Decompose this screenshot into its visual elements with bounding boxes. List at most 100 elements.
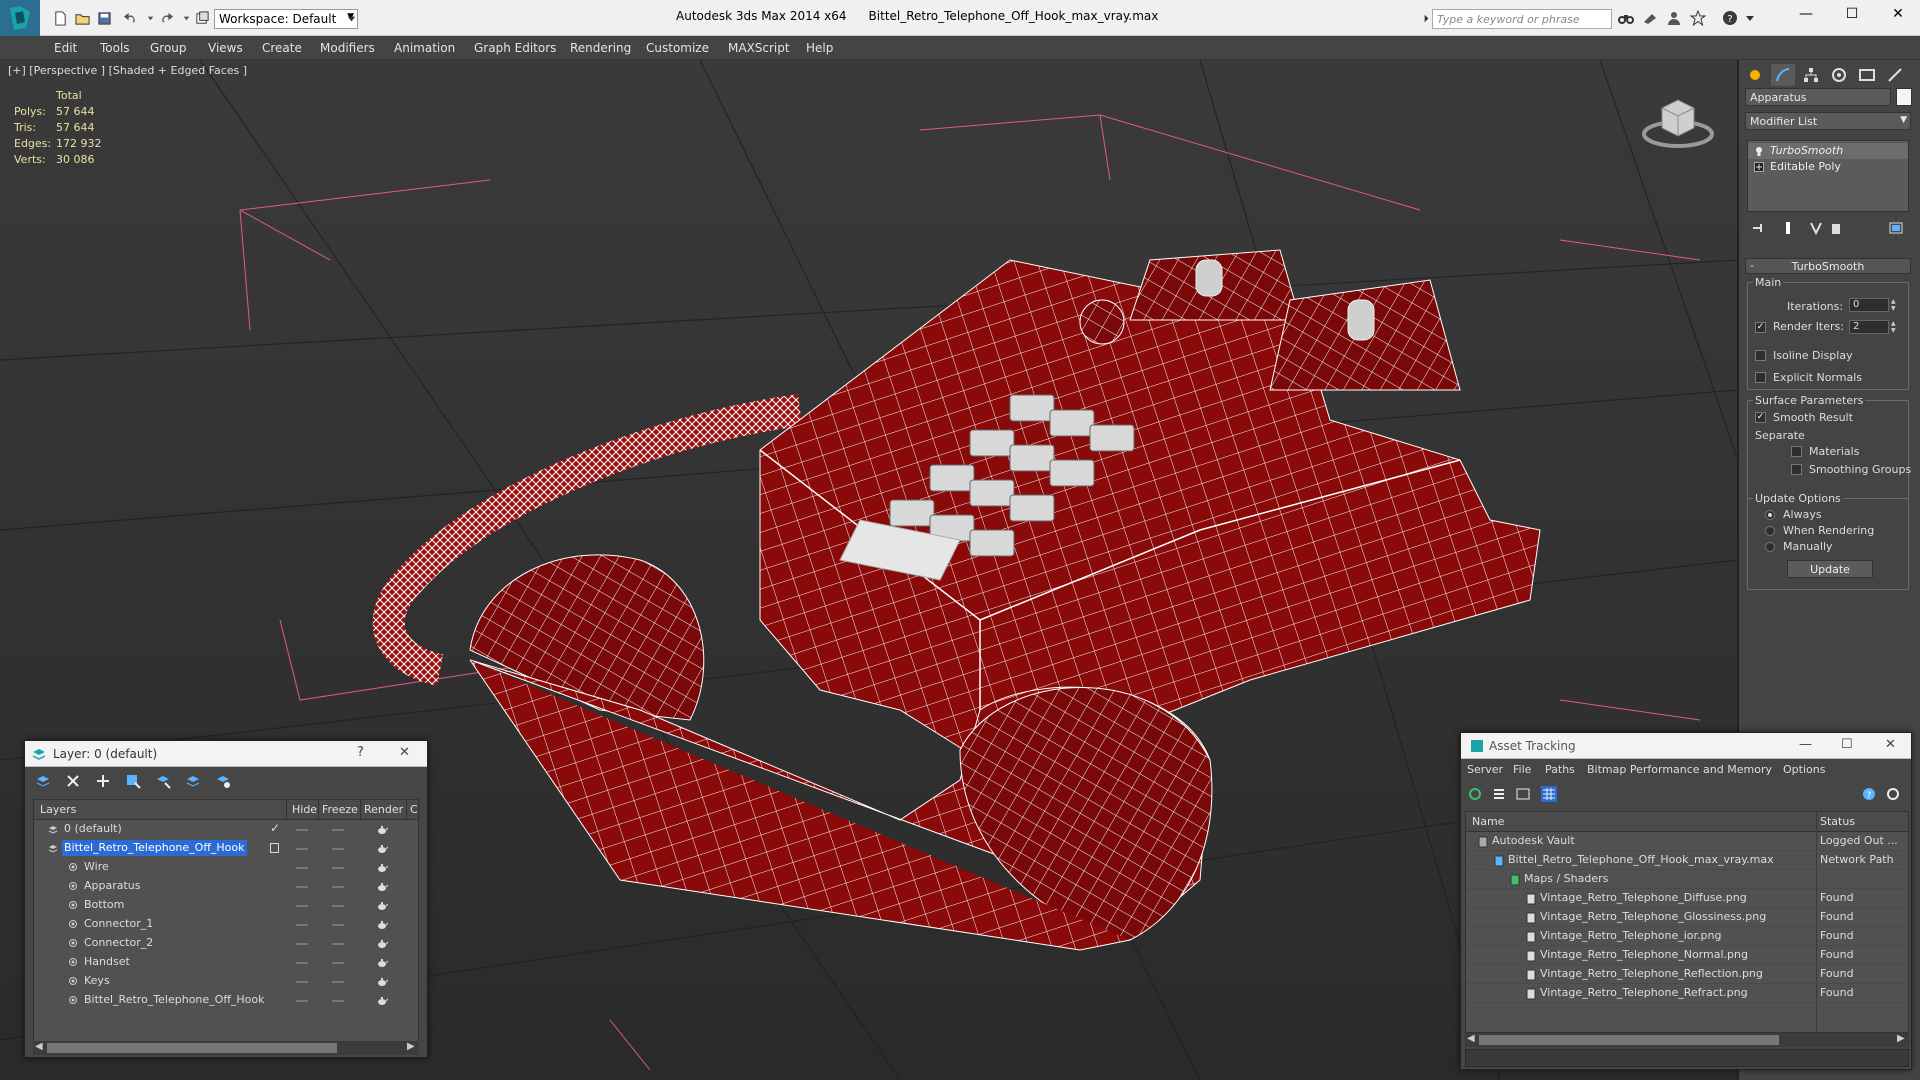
menu-group[interactable]: Group [150, 41, 187, 55]
help-dropdown-icon[interactable] [1742, 10, 1758, 26]
set-current-layer-icon[interactable] [270, 843, 279, 853]
menu-graph-editors[interactable]: Graph Editors [474, 41, 556, 55]
viewport-label[interactable]: [+] [Perspective ] [Shaded + Edged Faces… [8, 64, 247, 77]
freeze-toggle[interactable] [332, 886, 344, 888]
app-logo-button[interactable] [0, 0, 40, 36]
iterations-spinner[interactable]: 0 [1849, 298, 1889, 312]
freeze-toggle[interactable] [332, 848, 344, 850]
scroll-right-icon[interactable]: ▶ [407, 1041, 415, 1052]
menu-modifiers[interactable]: Modifiers [320, 41, 375, 55]
asset-row[interactable]: Autodesk Vault Logged Out ... [1466, 832, 1908, 851]
render-teapot-icon[interactable] [376, 824, 388, 835]
col-name[interactable]: Name [1472, 815, 1504, 828]
freeze-toggle[interactable] [332, 867, 344, 869]
render-iters-spinner[interactable]: 2 [1849, 320, 1889, 334]
asset-options-icon[interactable] [1885, 786, 1901, 802]
asset-minimize-button[interactable]: — [1799, 737, 1812, 752]
layer-row[interactable]: Apparatus [34, 877, 418, 896]
hide-toggle[interactable] [296, 1000, 308, 1002]
freeze-toggle[interactable] [332, 981, 344, 983]
pin-stack-icon[interactable] [1751, 221, 1765, 235]
layer-row[interactable]: Bottom [34, 896, 418, 915]
minimize-button[interactable]: — [1794, 6, 1818, 26]
scroll-left-icon[interactable]: ◀ [35, 1041, 43, 1052]
col-c[interactable]: C [410, 803, 418, 816]
viewcube-icon[interactable] [1642, 90, 1714, 150]
layer-row[interactable]: Handset [34, 953, 418, 972]
create-layer-icon[interactable] [35, 773, 53, 789]
layer-horizontal-scrollbar[interactable]: ◀ ▶ [33, 1041, 419, 1055]
object-name-field[interactable]: Apparatus [1745, 88, 1891, 106]
hierarchy-tab-icon[interactable] [1799, 64, 1823, 86]
render-teapot-icon[interactable] [376, 900, 388, 911]
render-iters-spin-arrows[interactable]: ▲ ▼ [1891, 320, 1899, 334]
close-button[interactable]: ✕ [1886, 6, 1910, 26]
manually-radio[interactable] [1765, 542, 1775, 552]
update-button[interactable]: Update [1787, 560, 1873, 578]
scroll-thumb[interactable] [47, 1043, 337, 1053]
render-teapot-icon[interactable] [376, 938, 388, 949]
help-icon[interactable]: ? [1722, 10, 1738, 26]
scroll-left-icon[interactable]: ◀ [1467, 1033, 1475, 1044]
hide-toggle[interactable] [296, 962, 308, 964]
menu-maxscript[interactable]: MAXScript [728, 41, 790, 55]
render-teapot-icon[interactable] [376, 881, 388, 892]
object-color-swatch[interactable] [1896, 88, 1912, 106]
make-unique-icon[interactable] [1809, 221, 1823, 235]
open-file-icon[interactable] [74, 10, 90, 26]
utilities-tab-icon[interactable] [1883, 64, 1907, 86]
hide-toggle[interactable] [296, 943, 308, 945]
undo-dropdown-icon[interactable] [142, 10, 158, 26]
layer-row[interactable]: Bittel_Retro_Telephone_Off_Hook [34, 991, 418, 1010]
asset-row[interactable]: Vintage_Retro_Telephone_Reflection.png Fo… [1466, 965, 1908, 984]
hide-toggle[interactable] [296, 886, 308, 888]
scroll-right-icon[interactable]: ▶ [1897, 1033, 1905, 1044]
menu-customize[interactable]: Customize [646, 41, 709, 55]
render-teapot-icon[interactable] [376, 919, 388, 930]
freeze-toggle[interactable] [332, 943, 344, 945]
menu-help[interactable]: Help [806, 41, 833, 55]
hide-toggle[interactable] [296, 848, 308, 850]
asset-dialog-titlebar[interactable]: Asset Tracking — ☐ ✕ [1461, 733, 1911, 759]
maximize-button[interactable]: ☐ [1840, 6, 1864, 26]
asset-row[interactable]: Vintage_Retro_Telephone_Normal.png Found [1466, 946, 1908, 965]
hide-all-layers-icon[interactable] [185, 773, 203, 789]
freeze-toggle[interactable] [332, 924, 344, 926]
communication-center-icon[interactable] [1642, 10, 1658, 26]
isoline-display-checkbox[interactable] [1755, 350, 1766, 361]
col-freeze[interactable]: Freeze [322, 803, 358, 816]
asset-close-button[interactable]: ✕ [1885, 737, 1896, 752]
expand-plus-icon[interactable] [1754, 162, 1764, 172]
asset-menu-paths[interactable]: Paths [1545, 763, 1575, 776]
display-tab-icon[interactable] [1855, 64, 1879, 86]
redo-icon[interactable] [158, 10, 174, 26]
freeze-toggle[interactable] [332, 1000, 344, 1002]
col-status[interactable]: Status [1820, 815, 1855, 828]
search-input[interactable]: Type a keyword or phrase [1432, 9, 1612, 29]
col-layers[interactable]: Layers [40, 803, 76, 816]
hide-toggle[interactable] [296, 867, 308, 869]
layer-row[interactable]: 0 (default) ✓ [34, 820, 418, 839]
layer-row[interactable]: Wire [34, 858, 418, 877]
table-view-icon[interactable] [1541, 786, 1557, 802]
account-icon[interactable] [1666, 10, 1682, 26]
modifier-list-dropdown[interactable]: Modifier List ▼ [1745, 112, 1911, 130]
configure-modifier-sets-icon[interactable] [1889, 221, 1903, 235]
menu-animation[interactable]: Animation [394, 41, 455, 55]
project-folder-icon[interactable] [194, 10, 210, 26]
undo-icon[interactable] [122, 10, 138, 26]
layer-dialog-help-button[interactable]: ? [357, 745, 364, 760]
delete-layer-icon[interactable] [65, 773, 83, 789]
stack-item-turbosmooth[interactable]: TurboSmooth [1748, 143, 1908, 159]
smoothing-groups-checkbox[interactable] [1791, 464, 1802, 475]
scroll-thumb[interactable] [1479, 1035, 1779, 1045]
render-iters-checkbox[interactable]: ✓ [1755, 322, 1766, 333]
refresh-icon[interactable] [1467, 786, 1483, 802]
smooth-result-checkbox[interactable]: ✓ [1755, 412, 1766, 423]
menu-create[interactable]: Create [262, 41, 302, 55]
save-file-icon[interactable] [96, 10, 112, 26]
asset-row[interactable]: Vintage_Retro_Telephone_Refract.png Found [1466, 984, 1908, 1003]
workspace-dropdown[interactable]: Workspace: Default▼ [214, 9, 358, 29]
layer-dialog-titlebar[interactable]: Layer: 0 (default) ? ✕ [25, 741, 427, 767]
hide-toggle[interactable] [296, 981, 308, 983]
